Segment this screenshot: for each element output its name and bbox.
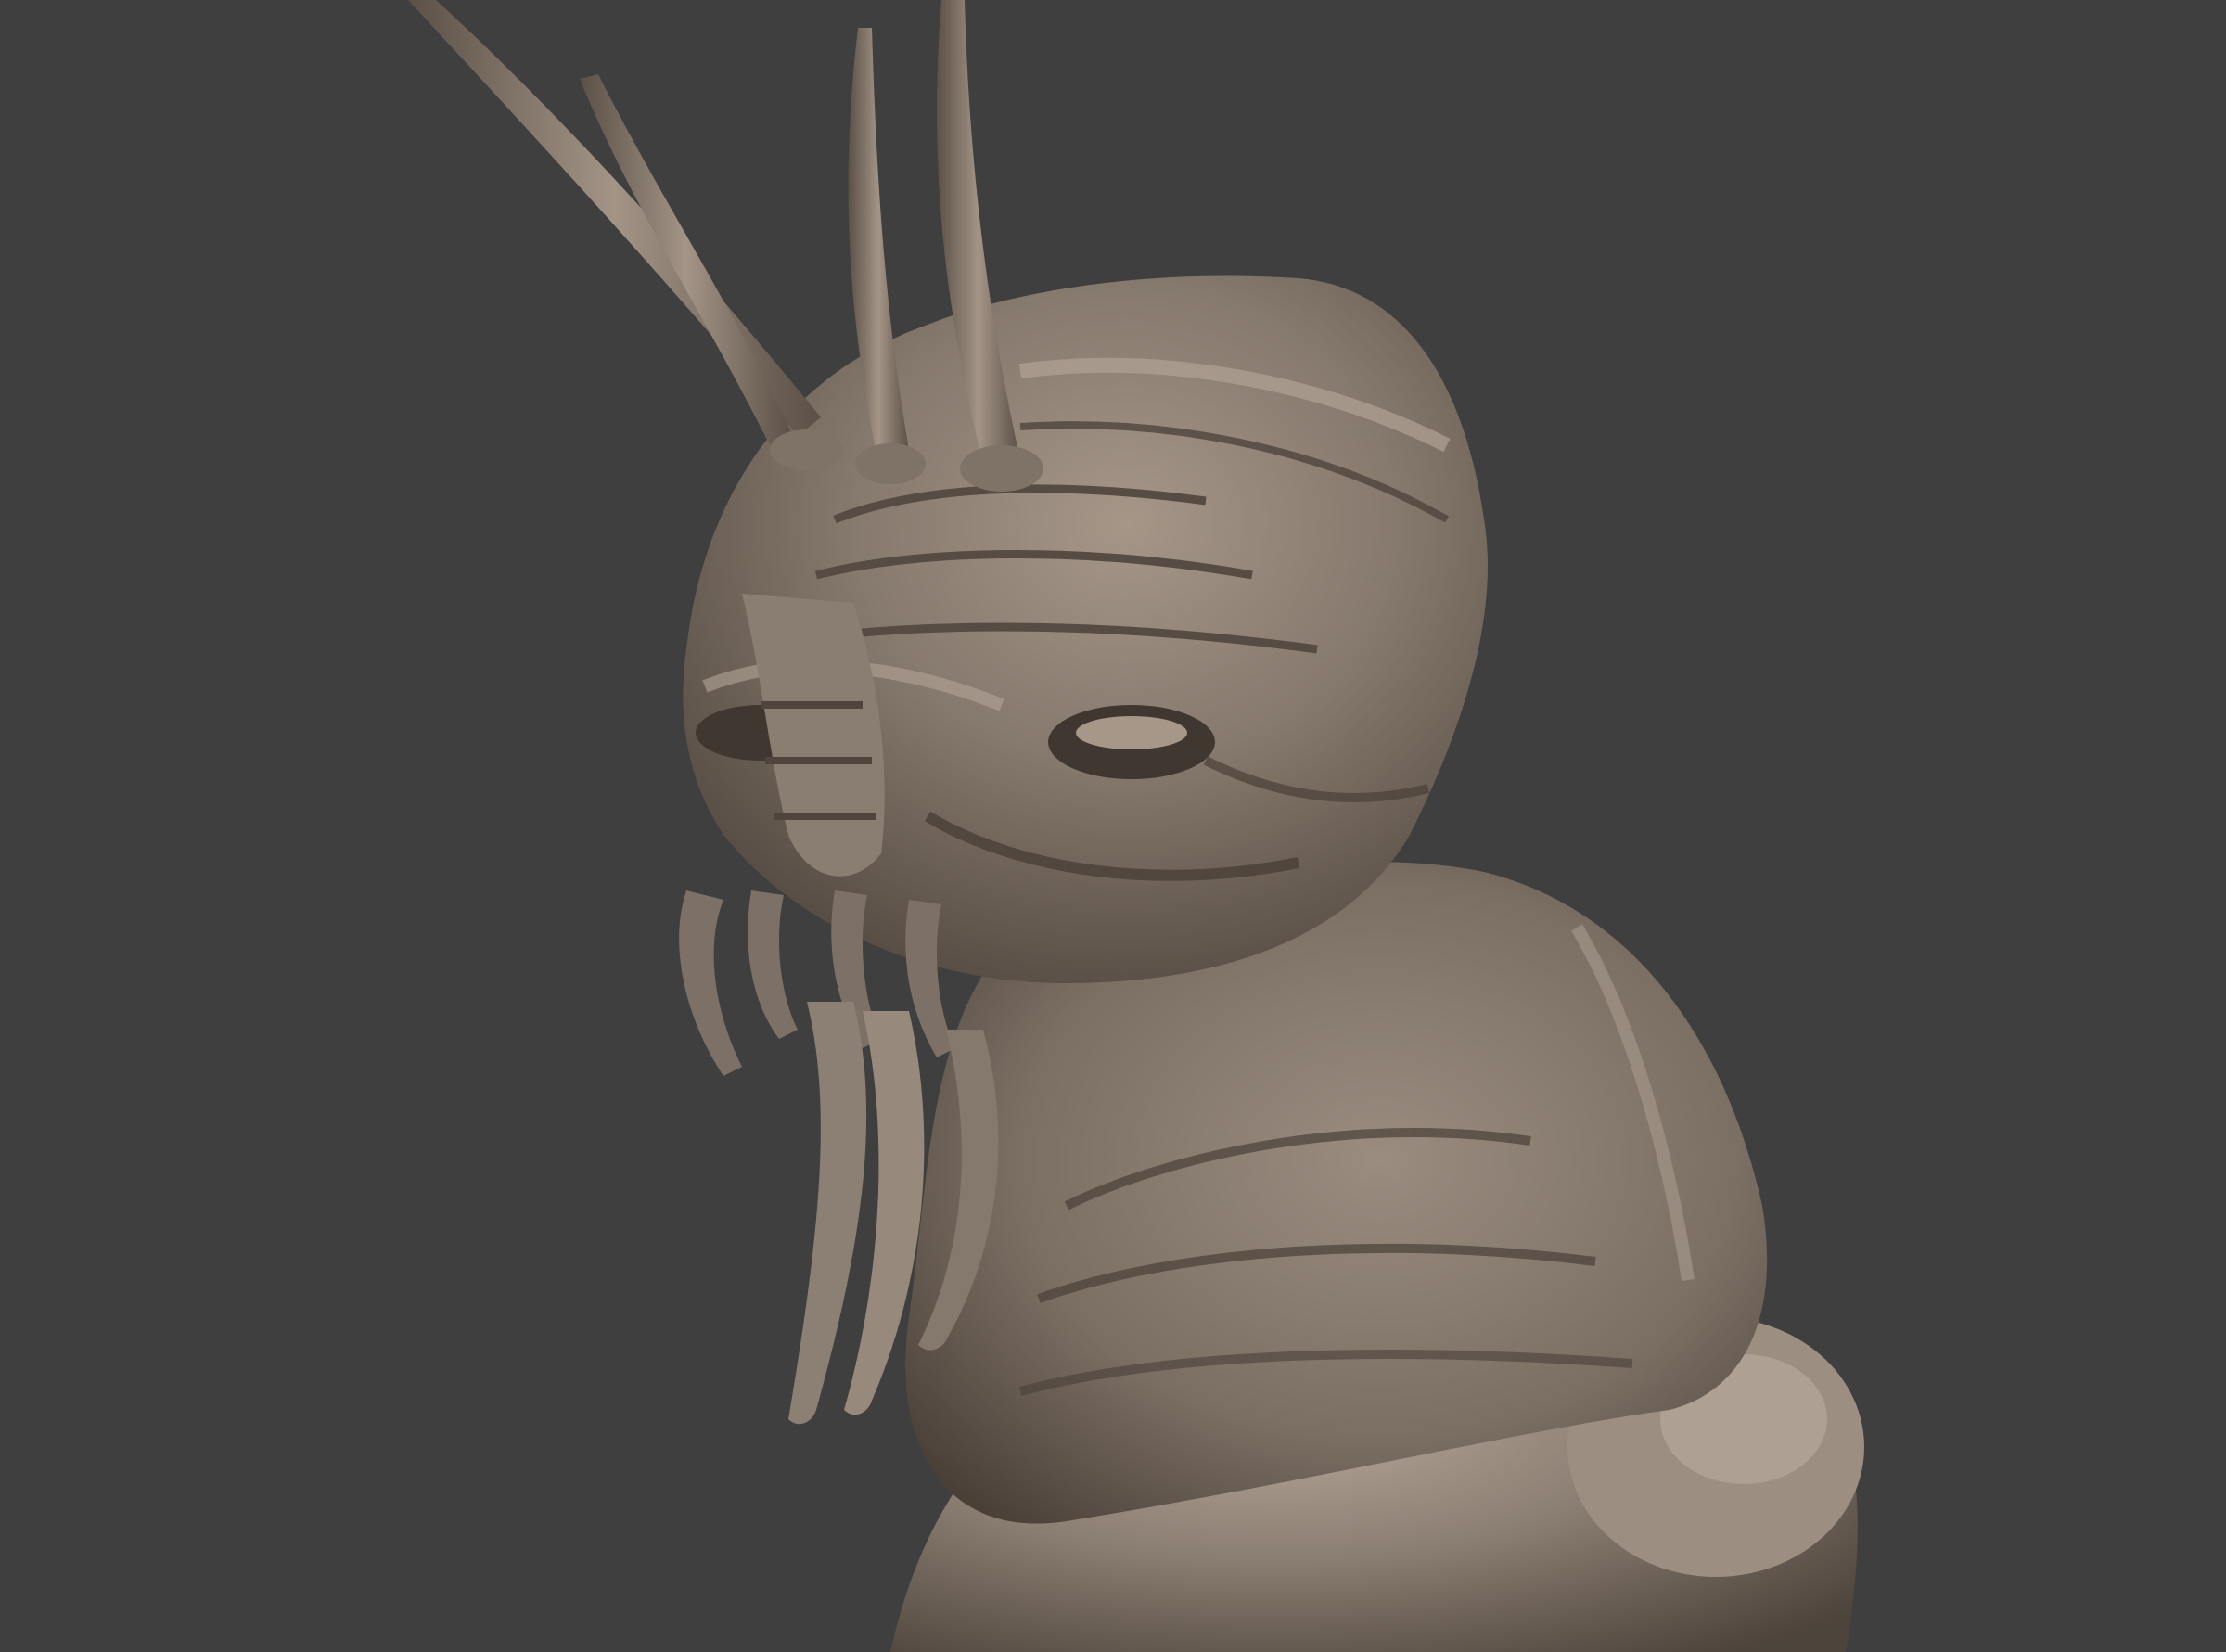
sculpt-viewport[interactable]	[0, 0, 2226, 1652]
creature-sculpt-render	[408, 0, 1864, 1652]
